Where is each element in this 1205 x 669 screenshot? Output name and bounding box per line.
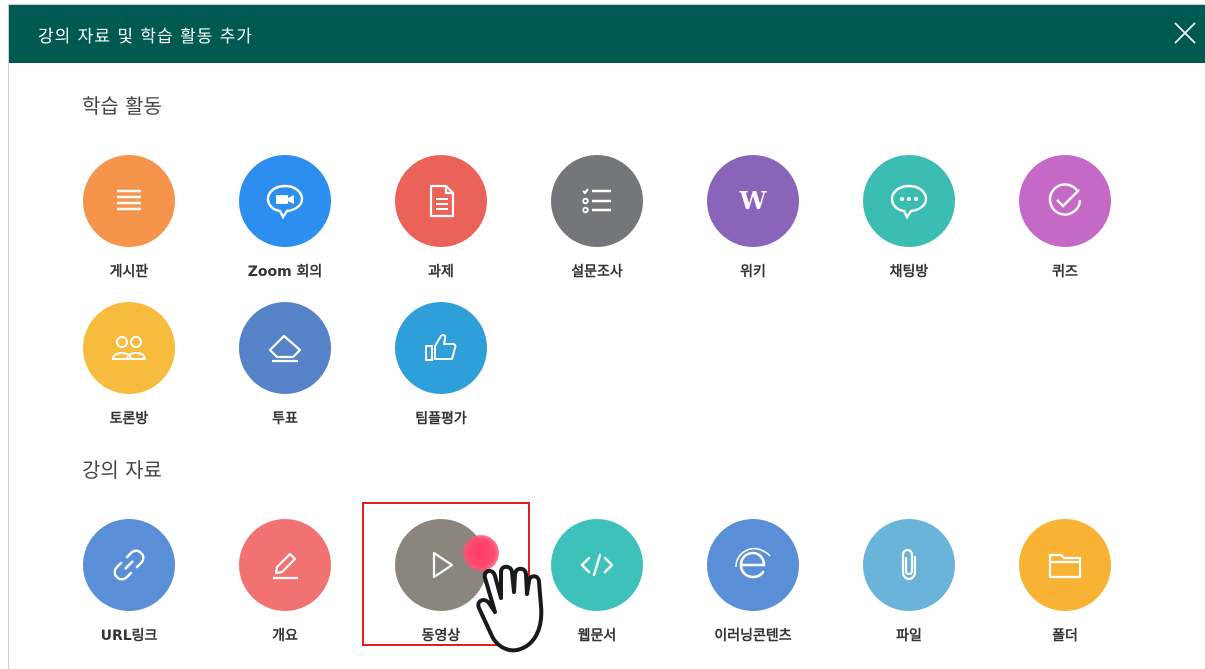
activity-wiki[interactable]: W 위키 xyxy=(688,155,818,285)
material-label: 동영상 xyxy=(421,628,461,644)
activity-vote[interactable]: 투표 xyxy=(220,302,350,432)
modal-title: 강의 자료 및 학습 활동 추가 xyxy=(38,26,254,47)
board-circle xyxy=(83,155,175,247)
chat-circle xyxy=(863,155,955,247)
discussion-circle xyxy=(83,302,175,394)
activity-chat[interactable]: 채팅방 xyxy=(844,155,974,285)
material-url-link[interactable]: URL링크 xyxy=(64,519,194,649)
material-label: 파일 xyxy=(896,628,922,644)
folder-circle xyxy=(1019,519,1111,611)
eraser-icon xyxy=(268,334,302,363)
zoom-circle xyxy=(239,155,331,247)
close-button[interactable] xyxy=(1173,21,1197,45)
activity-label: 위키 xyxy=(740,264,766,280)
check-circle-icon xyxy=(1048,183,1082,216)
play-icon xyxy=(432,551,454,579)
people-icon xyxy=(112,336,146,360)
activity-zoom[interactable]: Zoom 회의 xyxy=(220,155,350,285)
material-outline[interactable]: 개요 xyxy=(220,519,350,649)
paperclip-icon xyxy=(901,548,917,581)
activity-label: 투표 xyxy=(272,411,298,427)
video-chat-icon xyxy=(266,184,304,220)
activity-label: 토론방 xyxy=(109,411,149,427)
activity-discussion[interactable]: 토론방 xyxy=(64,302,194,432)
elearning-circle xyxy=(707,519,799,611)
link-icon xyxy=(113,549,145,581)
thumbs-up-icon xyxy=(425,334,457,361)
activity-label: 팀플평가 xyxy=(415,411,467,427)
activity-label: 채팅방 xyxy=(889,264,929,280)
document-icon xyxy=(429,184,455,218)
team-eval-circle xyxy=(395,302,487,394)
material-label: 개요 xyxy=(272,628,298,644)
folder-icon xyxy=(1048,553,1082,579)
file-circle xyxy=(863,519,955,611)
activity-label: Zoom 회의 xyxy=(247,264,323,280)
modal-header: 강의 자료 및 학습 활동 추가 xyxy=(9,5,1205,63)
activity-board[interactable]: 게시판 xyxy=(64,155,194,285)
material-label: 이러닝콘텐츠 xyxy=(714,628,792,644)
section-title-activities: 학습 활동 xyxy=(82,94,162,118)
activity-label: 설문조사 xyxy=(571,264,623,280)
activity-survey[interactable]: 설문조사 xyxy=(532,155,662,285)
activity-label: 게시판 xyxy=(109,264,149,280)
material-elearning[interactable]: 이러닝콘텐츠 xyxy=(688,519,818,649)
activity-quiz[interactable]: 퀴즈 xyxy=(1000,155,1130,285)
chat-bubble-icon xyxy=(890,184,928,220)
url-circle xyxy=(83,519,175,611)
close-icon xyxy=(1174,22,1196,44)
section-title-materials: 강의 자료 xyxy=(82,458,162,482)
pencil-icon xyxy=(273,552,298,580)
hand-pointer-icon xyxy=(467,548,567,658)
survey-circle xyxy=(551,155,643,247)
wiki-circle: W xyxy=(707,155,799,247)
code-icon xyxy=(580,553,614,577)
material-file[interactable]: 파일 xyxy=(844,519,974,649)
quiz-circle xyxy=(1019,155,1111,247)
wiki-w-icon: W xyxy=(739,186,768,215)
list-icon xyxy=(117,189,141,211)
svg-text:W: W xyxy=(739,186,768,215)
material-label: 웹문서 xyxy=(577,628,617,644)
activity-label: 과제 xyxy=(428,264,454,280)
e-icon xyxy=(735,547,771,579)
activity-label: 퀴즈 xyxy=(1052,264,1078,280)
material-label: URL링크 xyxy=(100,628,158,644)
activity-team-eval[interactable]: 팀플평가 xyxy=(376,302,506,432)
material-folder[interactable]: 폴더 xyxy=(1000,519,1130,649)
vote-circle xyxy=(239,302,331,394)
checklist-icon xyxy=(582,188,611,214)
activity-assignment[interactable]: 과제 xyxy=(376,155,506,285)
assignment-circle xyxy=(395,155,487,247)
material-label: 폴더 xyxy=(1052,628,1078,644)
outline-circle xyxy=(239,519,331,611)
